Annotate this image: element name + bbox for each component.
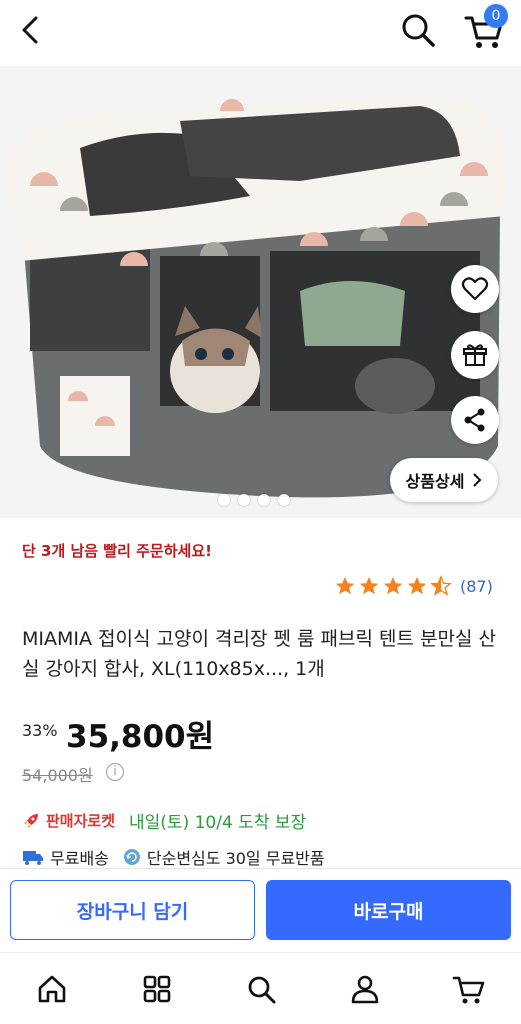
sale-price: 35,800원 xyxy=(66,719,215,755)
rocket-icon xyxy=(24,813,38,828)
home-icon[interactable] xyxy=(34,971,70,1007)
search-icon[interactable] xyxy=(243,971,279,1007)
truck-icon xyxy=(23,851,43,865)
product-detail-label: 상품상세 xyxy=(405,472,465,491)
original-price: 54,000원 xyxy=(22,766,93,785)
action-bar: 장바구니 담기 바로구매 xyxy=(0,868,521,952)
pagination-dot[interactable] xyxy=(238,494,250,506)
star-icon xyxy=(407,576,427,595)
like-button[interactable] xyxy=(451,265,499,313)
free-shipping: 무료배송 xyxy=(22,845,109,869)
pagination-dot[interactable] xyxy=(218,494,230,506)
delivery-info: 판매자로켓 내일(토) 10/4 도착 보장 xyxy=(22,808,306,833)
cart-icon[interactable] xyxy=(451,971,487,1007)
heart-icon xyxy=(461,277,489,301)
star-icon xyxy=(335,576,355,595)
buy-now-button[interactable]: 바로구매 xyxy=(266,880,511,940)
return-icon xyxy=(123,849,140,865)
pagination-dot[interactable] xyxy=(278,494,290,506)
back-icon[interactable] xyxy=(14,12,50,48)
search-icon[interactable] xyxy=(398,10,438,50)
chevron-right-icon xyxy=(473,473,482,487)
gift-button[interactable] xyxy=(451,331,499,379)
share-button[interactable] xyxy=(451,396,499,444)
delivery-eta: 내일(토) 10/4 도착 보장 xyxy=(129,813,307,833)
image-pagination xyxy=(218,494,290,506)
stock-warning: 단 3개 남음 빨리 주문하세요! xyxy=(22,542,212,560)
cart-count-badge: 0 xyxy=(484,4,508,28)
product-detail-button[interactable]: 상품상세 xyxy=(390,458,498,502)
add-to-cart-button[interactable]: 장바구니 담기 xyxy=(10,880,255,940)
rating[interactable]: (87) xyxy=(334,575,493,597)
bottom-nav xyxy=(0,952,521,1024)
shipping-info: 무료배송 단순변심도 30일 무료반품 xyxy=(22,845,339,869)
profile-icon[interactable] xyxy=(347,971,383,1007)
share-icon xyxy=(464,408,485,432)
discount-rate: 33% xyxy=(22,721,58,740)
gift-icon xyxy=(463,344,487,366)
star-icon xyxy=(359,576,379,595)
seller-rocket-badge: 판매자로켓 xyxy=(46,812,116,830)
free-shipping-label: 무료배송 xyxy=(50,849,109,868)
top-bar: 0 xyxy=(0,0,521,62)
product-image[interactable] xyxy=(0,66,521,518)
review-count[interactable]: (87) xyxy=(460,577,493,596)
info-icon[interactable]: i xyxy=(106,763,124,781)
return-policy: 단순변심도 30일 무료반품 xyxy=(123,845,325,869)
product-title: MIAMIA 접이식 고양이 격리장 펫 룸 패브릭 텐트 분만실 산실 강아지… xyxy=(22,628,496,680)
star-icon xyxy=(383,576,403,595)
half-star-icon xyxy=(430,575,452,596)
return-policy-label: 단순변심도 30일 무료반품 xyxy=(146,849,325,868)
pagination-dot[interactable] xyxy=(258,494,270,506)
category-icon[interactable] xyxy=(139,971,175,1007)
